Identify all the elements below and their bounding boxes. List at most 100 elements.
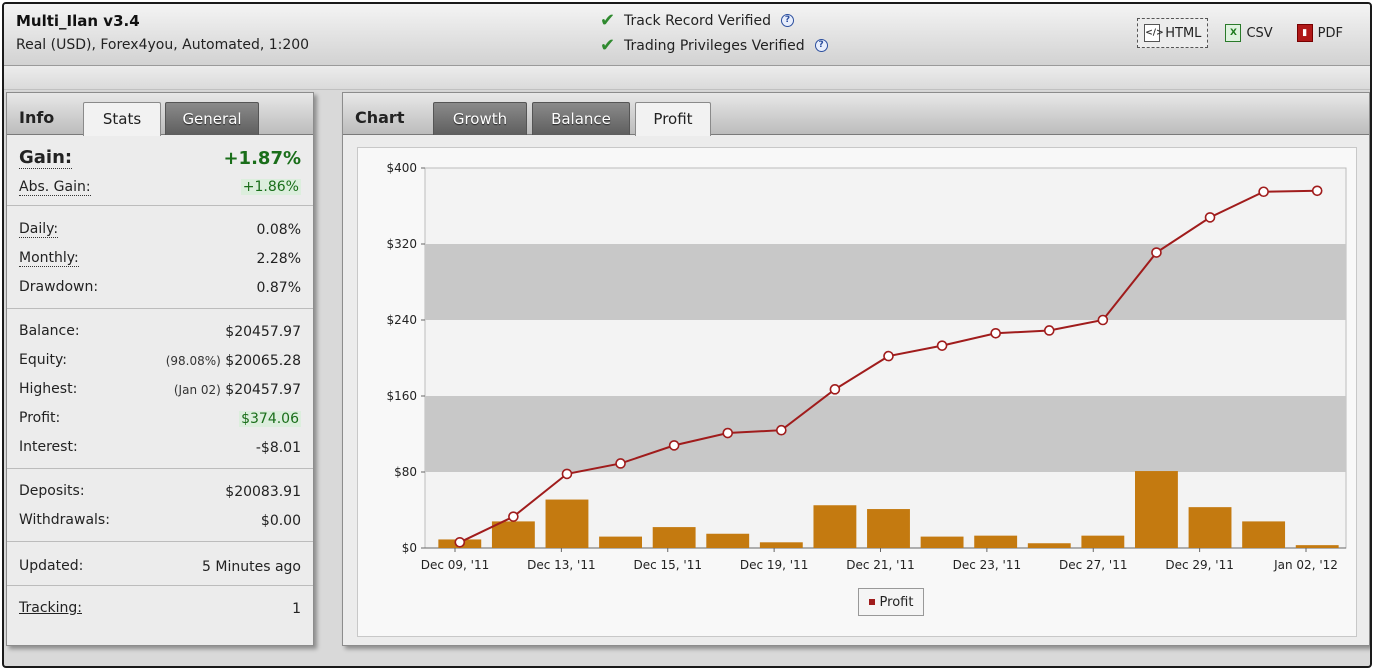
y-tick-label: $80: [394, 465, 417, 479]
profit-point: [722, 427, 734, 439]
profit-bar: [706, 533, 750, 548]
help-icon[interactable]: ?: [780, 14, 794, 27]
export-html-button[interactable]: </> HTML: [1137, 18, 1209, 48]
x-tick-label: Dec 19, '11: [740, 558, 809, 572]
divider: [7, 541, 313, 542]
plot-band: [425, 396, 1346, 472]
stat-balance: Balance: $20457.97: [19, 317, 301, 346]
x-tick-label: Dec 09, '11: [421, 558, 490, 572]
stat-label: Drawdown:: [19, 279, 99, 295]
chart-tabbar: Chart Growth Balance Profit: [343, 93, 1369, 136]
profit-bar: [491, 521, 535, 548]
legend-swatch: [868, 599, 875, 605]
info-title: Info: [19, 108, 55, 127]
y-tick-label: $320: [386, 237, 417, 251]
stat-value: $374.06: [239, 410, 301, 427]
stat-value: 2.28%: [256, 250, 301, 267]
profit-point: [883, 350, 894, 362]
profit-bar: [759, 542, 803, 548]
tab-general[interactable]: General: [165, 102, 259, 135]
profit-point: [615, 458, 626, 469]
export-toolbar: </> HTML X CSV ▮ PDF: [1137, 18, 1350, 48]
profit-point: [1258, 186, 1269, 198]
tracking-link[interactable]: Tracking:: [19, 600, 82, 617]
export-csv-button[interactable]: X CSV: [1218, 18, 1279, 48]
chart-title: Chart: [355, 108, 405, 127]
stat-label: Updated:: [19, 558, 84, 574]
profit-bar: [1295, 545, 1339, 548]
stat-label: Withdrawals:: [19, 512, 110, 528]
stat-label: Balance:: [19, 323, 80, 339]
account-header: Multi_Ilan v3.4 Real (USD), Forex4you, A…: [4, 4, 1370, 66]
profit-bar: [920, 536, 964, 548]
stat-profit: Profit: $374.06: [19, 404, 301, 433]
x-tick-label: Dec 29, '11: [1165, 558, 1234, 572]
stat-value: $20083.91: [225, 483, 301, 500]
profit-bar: [652, 527, 696, 548]
stat-value: $0.00: [260, 512, 301, 529]
stat-value: 1: [292, 600, 301, 617]
profit-point: [668, 440, 680, 451]
tab-balance[interactable]: Balance: [532, 102, 630, 135]
stat-value: 0.08%: [256, 221, 301, 238]
stat-value: $20457.97: [225, 323, 301, 340]
tab-profit[interactable]: Profit: [635, 102, 711, 136]
profit-bar: [1188, 507, 1232, 548]
check-icon: ✔: [600, 35, 616, 56]
equity-percent: (98.08%): [165, 353, 221, 368]
profit-bar: [599, 536, 642, 548]
profit-bar: [974, 535, 1018, 548]
toolbar-strip: [4, 66, 1370, 90]
help-icon[interactable]: ?: [814, 39, 828, 52]
tab-stats[interactable]: Stats: [83, 102, 161, 136]
stat-drawdown: Drawdown: 0.87%: [19, 273, 301, 302]
chart-legend[interactable]: Profit: [858, 588, 924, 616]
x-tick-label: Dec 21, '11: [846, 558, 915, 572]
stat-label: Interest:: [19, 439, 78, 455]
stat-value: 0.87%: [256, 279, 301, 296]
verification-label: Trading Privileges Verified: [624, 37, 805, 54]
stat-label: Highest:: [19, 381, 78, 397]
chart-panel: Chart Growth Balance Profit $0 $80 $160 $24…: [342, 92, 1370, 646]
x-tick-label: Dec 15, '11: [633, 558, 702, 572]
account-details: Real (USD), Forex4you, Automated, 1:200: [16, 37, 310, 53]
stat-label[interactable]: Monthly:: [19, 250, 79, 267]
stat-withdrawals: Withdrawals: $0.00: [19, 506, 301, 535]
stat-label[interactable]: Daily:: [19, 221, 59, 238]
check-icon: ✔: [600, 10, 616, 31]
profit-point: [776, 424, 787, 436]
profit-point: [1151, 247, 1162, 258]
divider: [7, 205, 313, 206]
profit-point: [1204, 212, 1216, 223]
stat-label: Deposits:: [19, 483, 85, 499]
stat-daily: Daily: 0.08%: [19, 215, 301, 244]
stat-label[interactable]: Abs. Gain:: [19, 179, 91, 196]
stat-value: $20065.28: [225, 352, 301, 369]
profit-point: [936, 340, 948, 351]
stat-label[interactable]: Gain:: [19, 147, 73, 169]
profit-point: [1311, 185, 1323, 197]
profit-point: [1043, 325, 1055, 336]
info-tabbar: Info Stats General: [7, 93, 313, 136]
profit-chart: $0 $80 $160 $240 $320 $400 Dec 09, '11 Dec 13, …: [357, 147, 1357, 637]
app-window: Multi_Ilan v3.4 Real (USD), Forex4you, A…: [2, 2, 1372, 668]
y-tick-label: $400: [386, 161, 417, 175]
profit-point: [829, 384, 841, 395]
tab-growth[interactable]: Growth: [433, 102, 527, 135]
stat-abs-gain: Abs. Gain: +1.86%: [19, 173, 301, 201]
export-label: PDF: [1317, 25, 1343, 41]
x-tick-label: Dec 23, '11: [953, 558, 1022, 572]
stat-deposits: Deposits: $20083.91: [19, 477, 301, 506]
stat-value: -$8.01: [255, 439, 301, 456]
stat-equity: Equity: (98.08%) $20065.28: [19, 346, 301, 375]
export-pdf-button[interactable]: ▮ PDF: [1290, 18, 1350, 48]
x-tick-label: Dec 27, '11: [1059, 558, 1128, 572]
stat-interest: Interest: -$8.01: [19, 433, 301, 462]
track-record-verified: ✔ Track Record Verified ?: [600, 10, 794, 31]
account-name: Multi_Ilan v3.4: [16, 12, 140, 30]
stat-value: $20457.97: [225, 381, 301, 398]
export-label: HTML: [1165, 25, 1202, 41]
profit-bar: [1081, 535, 1125, 548]
profit-point: [990, 328, 1001, 339]
x-tick-label: Jan 02, '12: [1273, 558, 1338, 572]
